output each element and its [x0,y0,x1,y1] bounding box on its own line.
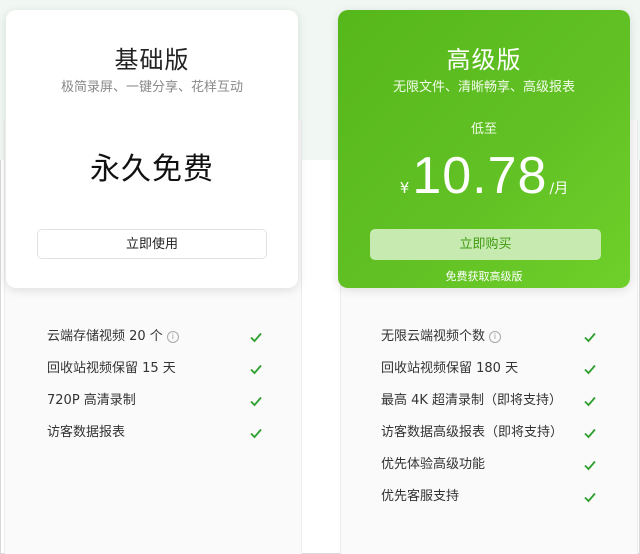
price-unit: /月 [549,181,569,197]
check-icon [584,492,596,503]
feature-text: 最高 4K 超清录制（即将支持） [381,393,563,408]
feature-item: 最高 4K 超清录制（即将支持） [381,390,611,422]
feature-item: 720P 高清录制 [47,390,277,422]
feature-text: 优先客服支持 [381,489,460,504]
check-icon [250,364,262,375]
feature-item: 回收站视频保留 180 天 [381,358,611,390]
check-icon [584,332,596,343]
feature-text: 访客数据高级报表（即将支持） [381,425,564,440]
info-icon[interactable]: i [489,331,502,343]
info-icon[interactable]: i [166,331,179,343]
feature-text: 访客数据报表 [47,425,126,440]
check-icon [250,396,262,407]
check-icon [584,396,596,407]
feature-text: 720P 高清录制 [47,393,136,408]
feature-item: 云端存储视频 20 个i [47,326,277,358]
check-icon [584,428,596,439]
pro-plan-title: 高级版 [446,46,522,74]
basic-plan-price: 永久免费 [90,152,214,187]
buy-now-button[interactable]: 立即购买 [370,229,601,260]
basic-plan-card: 基础版 极简录屏、一键分享、花样互动 永久免费 立即使用 [6,10,298,288]
feature-text: 优先体验高级功能 [381,457,486,472]
pro-feature-list: 无限云端视频个数 i 回收站视频保留 180 天 最高 4K 超清录制（即将支持）… [381,326,611,518]
pro-plan-subtitle: 无限文件、清晰畅享、高级报表 [392,80,575,95]
feature-text: 回收站视频保留 180 天 [381,361,519,376]
feature-text: 无限云端视频个数 [381,329,486,344]
basic-feature-list: 云端存储视频 20 个i 回收站视频保留 15 天 720P 高清录制 访客数据… [47,326,277,454]
check-icon [584,364,596,375]
feature-item: 无限云端视频个数 i [381,326,611,358]
check-icon [250,332,262,343]
currency-symbol: ¥ [399,179,410,197]
use-now-button[interactable]: 立即使用 [37,229,267,259]
free-upgrade-link[interactable]: 免费获取高级版 [338,268,630,284]
feature-text: 回收站视频保留 15 天 [47,361,176,376]
pro-plan-card: 高级版 无限文件、清晰畅享、高级报表 低至 ¥10.78/月 立即购买 免费获取… [338,10,630,288]
feature-item: 访客数据报表 [47,422,277,454]
price-prefix: 低至 [470,122,497,137]
pro-plan-price: ¥10.78/月 [338,146,630,206]
check-icon [250,428,262,439]
feature-item: 优先体验高级功能 [381,454,611,486]
feature-item: 回收站视频保留 15 天 [47,358,277,390]
basic-plan-subtitle: 极简录屏、一键分享、花样互动 [60,80,243,95]
price-amount: 10.78 [412,147,548,205]
feature-item: 优先客服支持 [381,486,611,518]
feature-text: 云端存储视频 20 个 [47,329,163,344]
check-icon [584,460,596,471]
basic-plan-title: 基础版 [114,46,190,74]
feature-item: 访客数据高级报表（即将支持） [381,422,611,454]
